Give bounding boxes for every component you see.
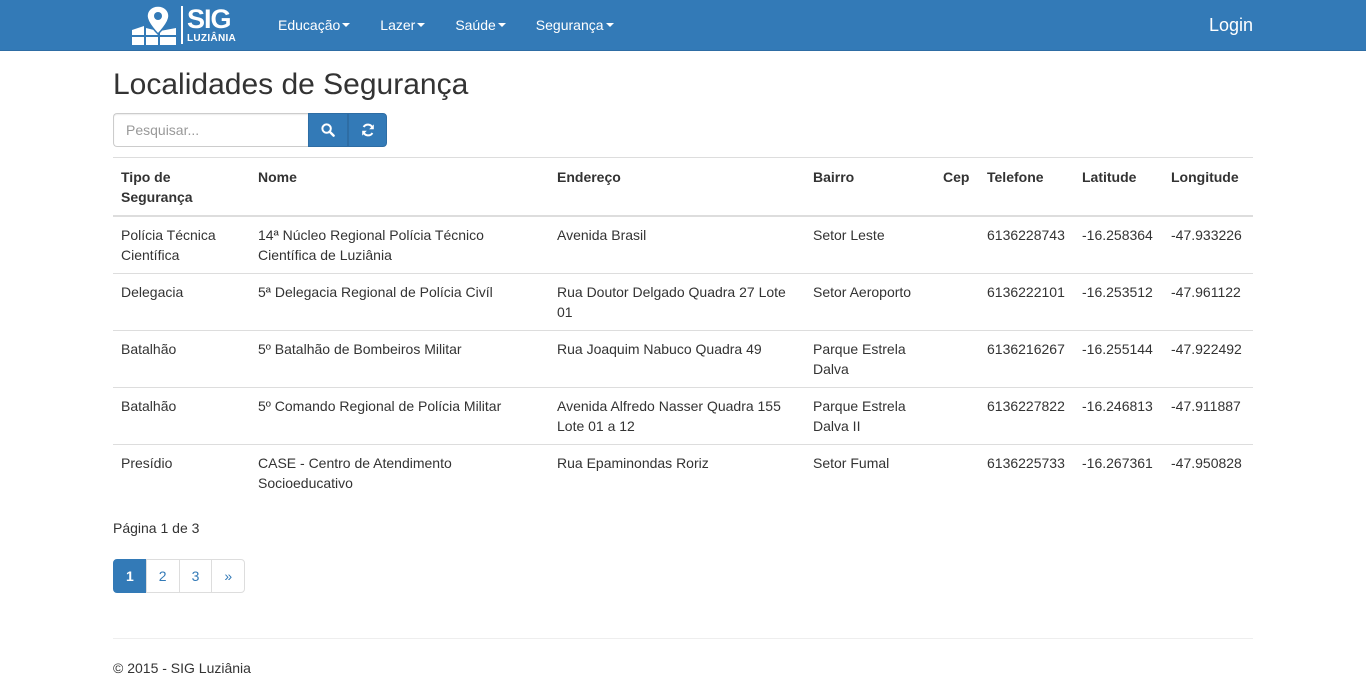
cell-tipo: Delegacia xyxy=(113,273,250,331)
table-row[interactable]: Presídio CASE - Centro de Atendimento So… xyxy=(113,444,1253,502)
table-row[interactable]: Batalhão 5º Batalhão de Bombeiros Milita… xyxy=(113,330,1253,388)
cell-longitude: -47.911887 xyxy=(1163,387,1253,445)
cell-nome: 5º Comando Regional de Polícia Militar xyxy=(250,387,549,445)
page-link-2[interactable]: 2 xyxy=(145,559,180,593)
top-navbar: SIG LUZIÂNIA Educação Lazer Saúde Segura… xyxy=(0,0,1366,51)
pagination: 1 2 3 » xyxy=(113,559,246,593)
cell-latitude: -16.258364 xyxy=(1074,215,1163,274)
brand-logo[interactable]: SIG LUZIÂNIA xyxy=(131,4,236,46)
menu-educacao-label: Educação xyxy=(278,17,341,33)
page-title: Localidades de Segurança xyxy=(113,68,469,101)
cell-endereco: Avenida Alfredo Nasser Quadra 155 Lote 0… xyxy=(549,387,805,445)
page-link-1[interactable]: 1 xyxy=(113,559,147,593)
cell-latitude: -16.267361 xyxy=(1074,444,1163,502)
cell-endereco: Rua Doutor Delgado Quadra 27 Lote 01 xyxy=(549,273,805,331)
menu-saude[interactable]: Saúde xyxy=(440,0,520,50)
menu-seguranca-label: Segurança xyxy=(535,17,604,33)
cell-cep xyxy=(935,444,979,502)
col-header-tipo[interactable]: Tipo de Segurança xyxy=(113,157,250,217)
page-link-3[interactable]: 3 xyxy=(178,559,213,593)
refresh-button[interactable] xyxy=(348,113,387,147)
caret-down-icon xyxy=(417,23,426,27)
menu-seguranca[interactable]: Segurança xyxy=(521,0,629,50)
cell-longitude: -47.961122 xyxy=(1163,273,1253,331)
main-menu: Educação Lazer Saúde Segurança xyxy=(263,0,629,50)
cell-nome: 5ª Delegacia Regional de Polícia Civíl xyxy=(250,273,549,331)
caret-down-icon xyxy=(497,23,506,27)
cell-nome: CASE - Centro de Atendimento Socioeducat… xyxy=(250,444,549,502)
cell-telefone: 6136225733 xyxy=(979,444,1074,502)
col-header-nome[interactable]: Nome xyxy=(250,157,549,217)
col-header-endereco[interactable]: Endereço xyxy=(549,157,805,217)
brand-text: SIG LUZIÂNIA xyxy=(187,6,236,44)
col-header-telefone[interactable]: Telefone xyxy=(979,157,1074,217)
cell-telefone: 6136228743 xyxy=(979,215,1074,274)
cell-latitude: -16.253512 xyxy=(1074,273,1163,331)
cell-longitude: -47.950828 xyxy=(1163,444,1253,502)
caret-down-icon xyxy=(605,23,614,27)
page-info: Página 1 de 3 xyxy=(113,520,200,536)
col-header-bairro[interactable]: Bairro xyxy=(805,157,935,217)
cell-bairro: Setor Fumal xyxy=(805,444,935,502)
brand-divider xyxy=(181,6,183,44)
menu-saude-label: Saúde xyxy=(455,17,496,33)
cell-telefone: 6136222101 xyxy=(979,273,1074,331)
brand-city: LUZIÂNIA xyxy=(187,33,237,44)
search-group xyxy=(113,113,387,147)
menu-educacao[interactable]: Educação xyxy=(263,0,365,50)
cell-tipo: Batalhão xyxy=(113,387,250,445)
cell-longitude: -47.922492 xyxy=(1163,330,1253,388)
map-pin-icon xyxy=(132,5,176,45)
cell-tipo: Batalhão xyxy=(113,330,250,388)
cell-nome: 14ª Núcleo Regional Polícia Técnico Cien… xyxy=(250,215,549,274)
table-row[interactable]: Polícia Técnica Científica 14ª Núcleo Re… xyxy=(113,215,1253,274)
cell-cep xyxy=(935,387,979,445)
search-icon xyxy=(321,123,335,137)
cell-telefone: 6136216267 xyxy=(979,330,1074,388)
cell-nome: 5º Batalhão de Bombeiros Militar xyxy=(250,330,549,388)
col-header-cep[interactable]: Cep xyxy=(935,157,979,217)
col-header-latitude[interactable]: Latitude xyxy=(1074,157,1163,217)
table-row[interactable]: Delegacia 5ª Delegacia Regional de Políc… xyxy=(113,273,1253,331)
cell-longitude: -47.933226 xyxy=(1163,215,1253,274)
search-input[interactable] xyxy=(113,113,308,147)
cell-cep xyxy=(935,215,979,274)
cell-endereco: Rua Joaquim Nabuco Quadra 49 xyxy=(549,330,805,388)
cell-endereco: Rua Epaminondas Roriz xyxy=(549,444,805,502)
cell-endereco: Avenida Brasil xyxy=(549,215,805,274)
table-row[interactable]: Batalhão 5º Comando Regional de Polícia … xyxy=(113,387,1253,445)
cell-bairro: Setor Aeroporto xyxy=(805,273,935,331)
brand-name: SIG xyxy=(187,4,232,34)
cell-bairro: Parque Estrela Dalva xyxy=(805,330,935,388)
cell-bairro: Parque Estrela Dalva II xyxy=(805,387,935,445)
security-locations-table: Tipo de Segurança Nome Endereço Bairro C… xyxy=(113,157,1253,502)
cell-latitude: -16.246813 xyxy=(1074,387,1163,445)
col-header-longitude[interactable]: Longitude xyxy=(1163,157,1253,217)
table-header-row: Tipo de Segurança Nome Endereço Bairro C… xyxy=(113,157,1253,217)
caret-down-icon xyxy=(342,23,351,27)
refresh-icon xyxy=(361,123,374,137)
cell-latitude: -16.255144 xyxy=(1074,330,1163,388)
cell-telefone: 6136227822 xyxy=(979,387,1074,445)
cell-cep xyxy=(935,330,979,388)
login-link[interactable]: Login xyxy=(1209,0,1253,50)
cell-bairro: Setor Leste xyxy=(805,215,935,274)
cell-tipo: Presídio xyxy=(113,444,250,502)
cell-cep xyxy=(935,273,979,331)
search-button[interactable] xyxy=(308,113,348,147)
menu-lazer-label: Lazer xyxy=(380,17,416,33)
page-next-button[interactable]: » xyxy=(211,559,246,593)
cell-tipo: Polícia Técnica Científica xyxy=(113,215,250,274)
footer-copyright: © 2015 - SIG Luziânia xyxy=(113,660,251,676)
menu-lazer[interactable]: Lazer xyxy=(365,0,440,50)
footer-divider xyxy=(113,638,1253,639)
